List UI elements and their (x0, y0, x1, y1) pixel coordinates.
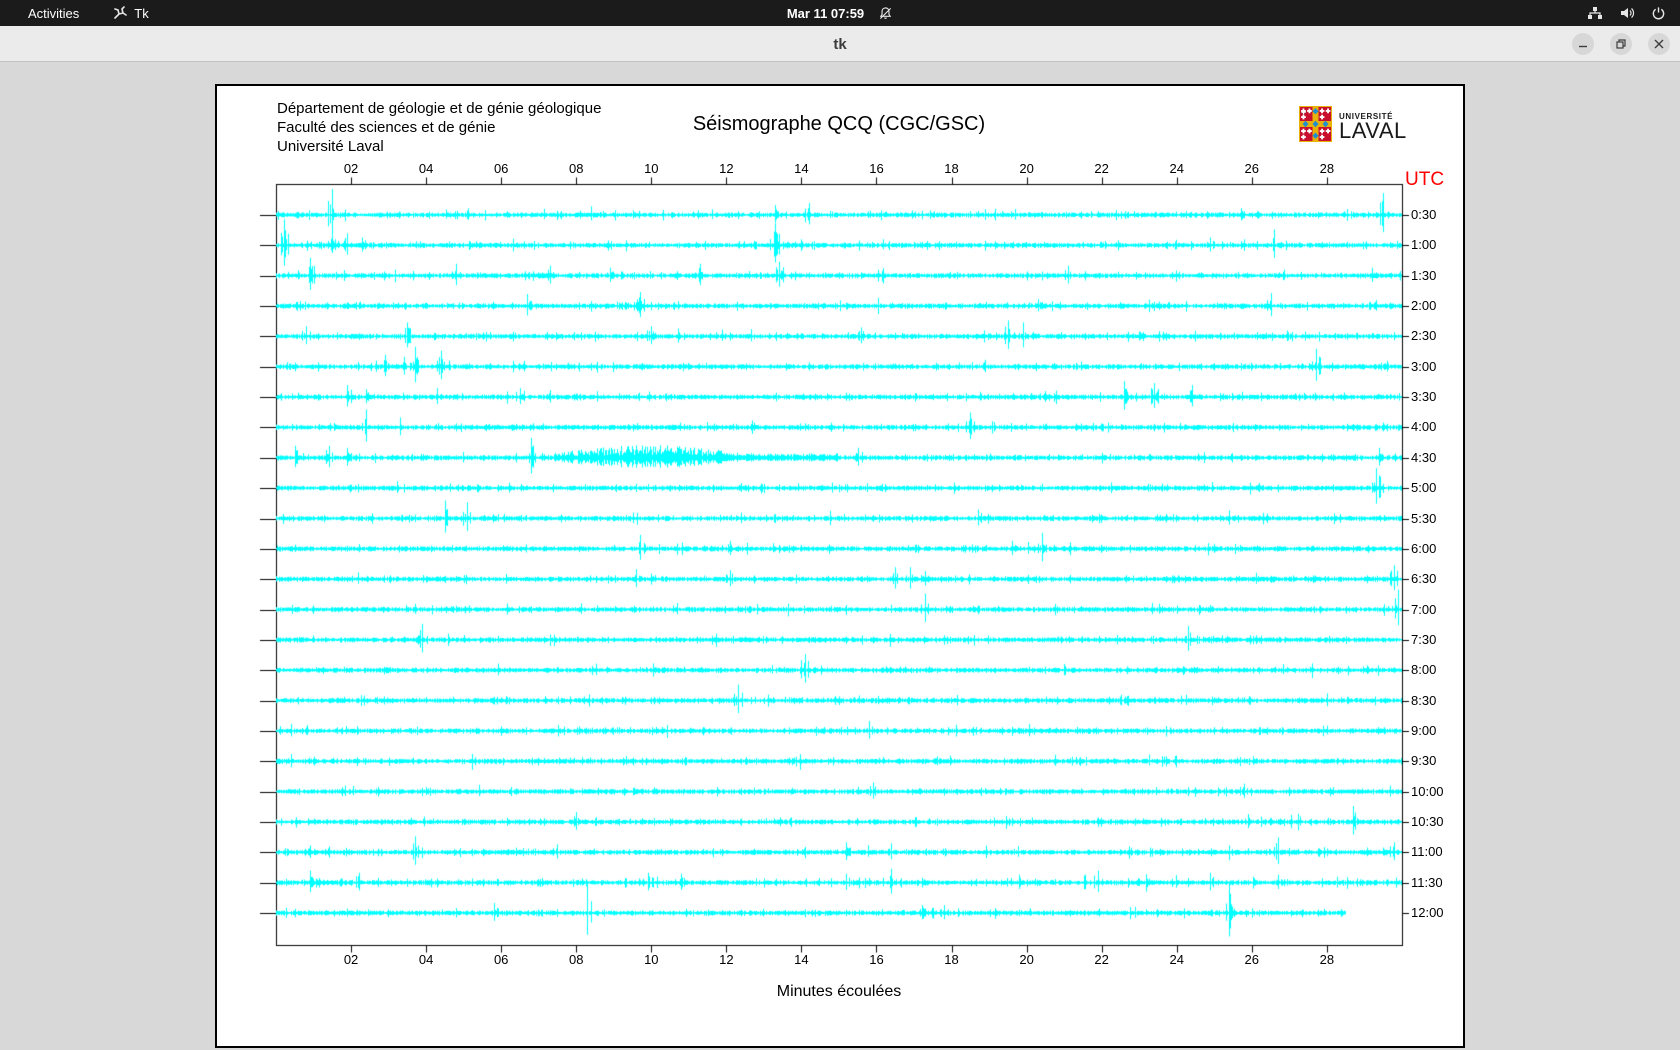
power-icon (1651, 6, 1666, 21)
close-button[interactable] (1648, 33, 1670, 55)
system-status-area[interactable] (1587, 0, 1666, 26)
row-time-label: 4:30 (1411, 449, 1437, 465)
row-time-label: 4:00 (1411, 419, 1437, 435)
notifications-disabled-icon (878, 6, 893, 21)
x-tick-label-top: 10 (644, 161, 659, 176)
x-tick-label-bottom: 14 (794, 952, 809, 967)
gnome-top-bar: Activities Tk Mar 11 07:59 (0, 0, 1680, 26)
laval-shield-icon (1299, 106, 1332, 147)
x-tick-label-bottom: 06 (493, 952, 509, 967)
row-time-label: 9:00 (1411, 722, 1437, 738)
x-tick-label-bottom: 20 (1019, 952, 1034, 967)
x-tick-label-top: 26 (1244, 161, 1259, 176)
clock[interactable]: Mar 11 07:59 (787, 6, 864, 21)
row-time-label: 1:30 (1411, 267, 1437, 283)
minimize-button[interactable] (1572, 33, 1594, 55)
volume-icon (1619, 5, 1635, 21)
row-time-label: 2:00 (1411, 298, 1437, 314)
row-time-label: 1:00 (1411, 237, 1437, 253)
x-tick-label-top: 06 (493, 161, 509, 176)
x-tick-label-bottom: 02 (343, 952, 359, 967)
row-time-label: 7:30 (1411, 631, 1437, 647)
window-title: tk (833, 35, 847, 53)
x-tick-label-top: 04 (418, 161, 434, 176)
x-tick-label-top: 28 (1319, 161, 1335, 176)
x-tick-label-bottom: 04 (418, 952, 434, 967)
x-tick-label-top: 20 (1019, 161, 1034, 176)
app-menu[interactable]: Tk (113, 5, 149, 21)
x-tick-label-top: 18 (944, 161, 959, 176)
x-tick-label-bottom: 10 (644, 952, 659, 967)
row-time-label: 6:30 (1411, 571, 1437, 587)
row-time-label: 3:00 (1411, 358, 1437, 374)
row-time-label: 9:30 (1411, 753, 1437, 769)
app-menu-label: Tk (134, 5, 149, 21)
seismograph-canvas-panel: Département de géologie et de génie géol… (215, 84, 1465, 1048)
row-time-label: 10:30 (1411, 814, 1444, 829)
x-tick-label-top: 24 (1169, 161, 1184, 176)
maximize-button[interactable] (1610, 33, 1632, 55)
x-tick-label-top: 22 (1094, 161, 1109, 176)
activities-button[interactable]: Activities (20, 4, 87, 23)
row-time-label: 3:30 (1411, 389, 1437, 405)
plot-title: Séismographe QCQ (CGC/GSC) (692, 113, 986, 135)
row-time-label: 0:30 (1411, 207, 1437, 222)
x-tick-label-bottom: 24 (1169, 952, 1184, 967)
tk-icon (113, 6, 128, 20)
x-tick-label-top: 14 (794, 161, 809, 176)
row-time-label: 8:00 (1411, 662, 1437, 678)
row-time-label: 5:30 (1411, 510, 1437, 526)
row-time-label: 11:00 (1411, 844, 1443, 860)
network-wired-icon (1587, 5, 1603, 21)
x-tick-label-bottom: 26 (1244, 952, 1259, 967)
x-tick-label-bottom: 18 (944, 952, 959, 967)
row-time-label: 8:30 (1411, 692, 1437, 708)
utc-axis-label: UTC (1405, 169, 1445, 190)
x-tick-label-bottom: 16 (869, 952, 884, 967)
x-tick-label-bottom: 12 (719, 952, 734, 967)
x-tick-label-top: 02 (343, 161, 359, 176)
row-time-label: 6:00 (1411, 540, 1437, 556)
row-time-label: 12:00 (1411, 905, 1444, 921)
x-tick-label-top: 12 (719, 161, 734, 176)
x-tick-label-top: 08 (569, 161, 584, 176)
row-time-label: 10:00 (1411, 783, 1444, 799)
x-tick-label-bottom: 08 (569, 952, 584, 967)
x-tick-label-bottom: 28 (1319, 952, 1335, 967)
row-time-label: 11:30 (1411, 874, 1443, 890)
window-titlebar[interactable]: tk (0, 26, 1680, 62)
logo-laval-text: LAVAL (1339, 118, 1407, 143)
helicorder-plot (215, 84, 1465, 1048)
universite-laval-logo: UNIVERSITÉ LAVAL (1299, 106, 1407, 147)
row-time-label: 7:00 (1411, 601, 1437, 617)
row-time-label: 2:30 (1411, 328, 1437, 344)
row-time-label: 5:00 (1411, 480, 1437, 496)
x-axis-title: Minutes écoulées (776, 983, 902, 1000)
x-tick-label-bottom: 22 (1094, 952, 1109, 967)
tk-window-content: Département de géologie et de génie géol… (0, 63, 1680, 1050)
x-tick-label-top: 16 (869, 161, 884, 176)
